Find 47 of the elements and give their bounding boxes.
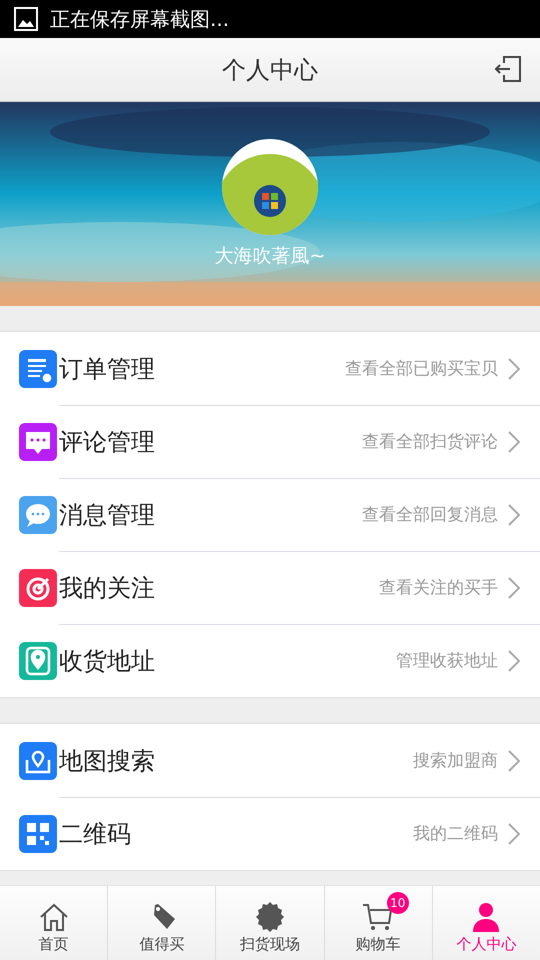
- chevron-icon: [508, 822, 520, 844]
- menu-title: 消息管理: [59, 500, 156, 530]
- logout-icon[interactable]: [494, 55, 522, 83]
- menu-row[interactable]: 我的关注 查看关注的买手: [0, 551, 540, 624]
- menu-row[interactable]: 收货地址 管理收获地址: [0, 624, 540, 697]
- chevron-icon: [508, 576, 520, 598]
- tab-item[interactable]: 购物车 10: [324, 886, 432, 960]
- menu-row[interactable]: 消息管理 查看全部回复消息: [0, 478, 540, 551]
- messages-icon: [19, 496, 57, 534]
- user-name: 大海吹著風~: [214, 244, 326, 269]
- menu-title: 我的关注: [59, 572, 156, 604]
- menu-title: 二维码: [59, 818, 132, 850]
- menu-title: 订单管理: [59, 354, 156, 384]
- picture-icon: [14, 7, 38, 31]
- menu-detail: 查看关注的买手: [379, 577, 498, 599]
- menu-row[interactable]: 地图搜索 搜索加盟商: [0, 724, 540, 797]
- menu-detail: 管理收获地址: [396, 650, 498, 672]
- menu-title: 收货地址: [59, 646, 156, 676]
- chevron-icon: [508, 430, 520, 452]
- home-icon: [38, 901, 70, 933]
- menu-detail: 查看全部已购买宝贝: [345, 358, 498, 380]
- menu-detail: 搜索加盟商: [413, 750, 498, 772]
- tab-item[interactable]: 值得买: [107, 886, 216, 960]
- menu-detail: 查看全部回复消息: [362, 504, 498, 526]
- tab-item[interactable]: 首页: [0, 886, 108, 960]
- menu-title: 地图搜索: [59, 746, 156, 776]
- chevron-icon: [508, 504, 520, 526]
- count-badge: 10: [386, 892, 409, 914]
- menu-detail: 我的二维码: [413, 823, 498, 845]
- map-icon: [19, 742, 57, 780]
- chevron-icon: [508, 750, 520, 772]
- chevron-icon: [508, 358, 520, 380]
- sale-badge-icon: [254, 901, 286, 933]
- menu-row[interactable]: 二维码 我的二维码: [0, 797, 540, 870]
- page-title: 个人中心: [222, 54, 318, 86]
- follow-icon: [19, 568, 57, 606]
- menu-row[interactable]: 评论管理 查看全部扫货评论: [0, 405, 540, 478]
- address-icon: [19, 642, 57, 680]
- qrcode-icon: [19, 814, 57, 852]
- tab-item[interactable]: 扫货现场: [215, 886, 324, 960]
- menu-row[interactable]: 订单管理 查看全部已购买宝贝: [0, 332, 540, 405]
- menu-detail: 查看全部扫货评论: [362, 431, 498, 453]
- chevron-icon: [508, 650, 520, 672]
- comments-icon: [19, 422, 57, 460]
- orders-icon: [19, 350, 57, 388]
- status-notification: 正在保存屏幕截图...: [50, 6, 230, 32]
- menu-title: 评论管理: [59, 426, 156, 458]
